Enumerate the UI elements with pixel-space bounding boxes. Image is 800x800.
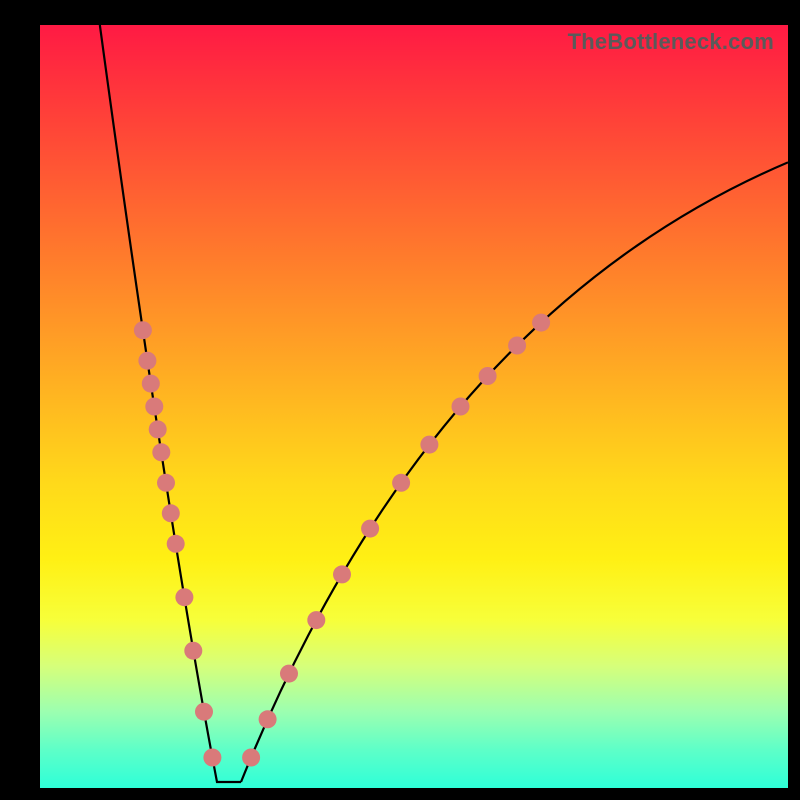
data-dot <box>145 398 163 416</box>
data-dot <box>184 642 202 660</box>
data-dot <box>333 565 351 583</box>
data-dots <box>134 314 550 767</box>
data-dot <box>452 398 470 416</box>
data-dot <box>149 420 167 438</box>
data-dot <box>134 321 152 339</box>
data-dot <box>392 474 410 492</box>
data-dot <box>242 749 260 767</box>
curve-layer <box>40 25 788 788</box>
data-dot <box>152 443 170 461</box>
data-dot <box>307 611 325 629</box>
data-dot <box>420 436 438 454</box>
data-dot <box>479 367 497 385</box>
left-curve <box>100 25 241 782</box>
data-dot <box>162 504 180 522</box>
data-dot <box>142 375 160 393</box>
chart-frame: TheBottleneck.com <box>0 0 800 800</box>
data-dot <box>175 588 193 606</box>
data-dot <box>195 703 213 721</box>
data-dot <box>361 520 379 538</box>
data-dot <box>280 665 298 683</box>
data-dot <box>532 314 550 332</box>
data-dot <box>259 710 277 728</box>
data-dot <box>157 474 175 492</box>
plot-area: TheBottleneck.com <box>40 25 788 788</box>
right-curve <box>241 162 788 782</box>
data-dot <box>167 535 185 553</box>
data-dot <box>508 337 526 355</box>
data-dot <box>203 749 221 767</box>
data-dot <box>138 352 156 370</box>
